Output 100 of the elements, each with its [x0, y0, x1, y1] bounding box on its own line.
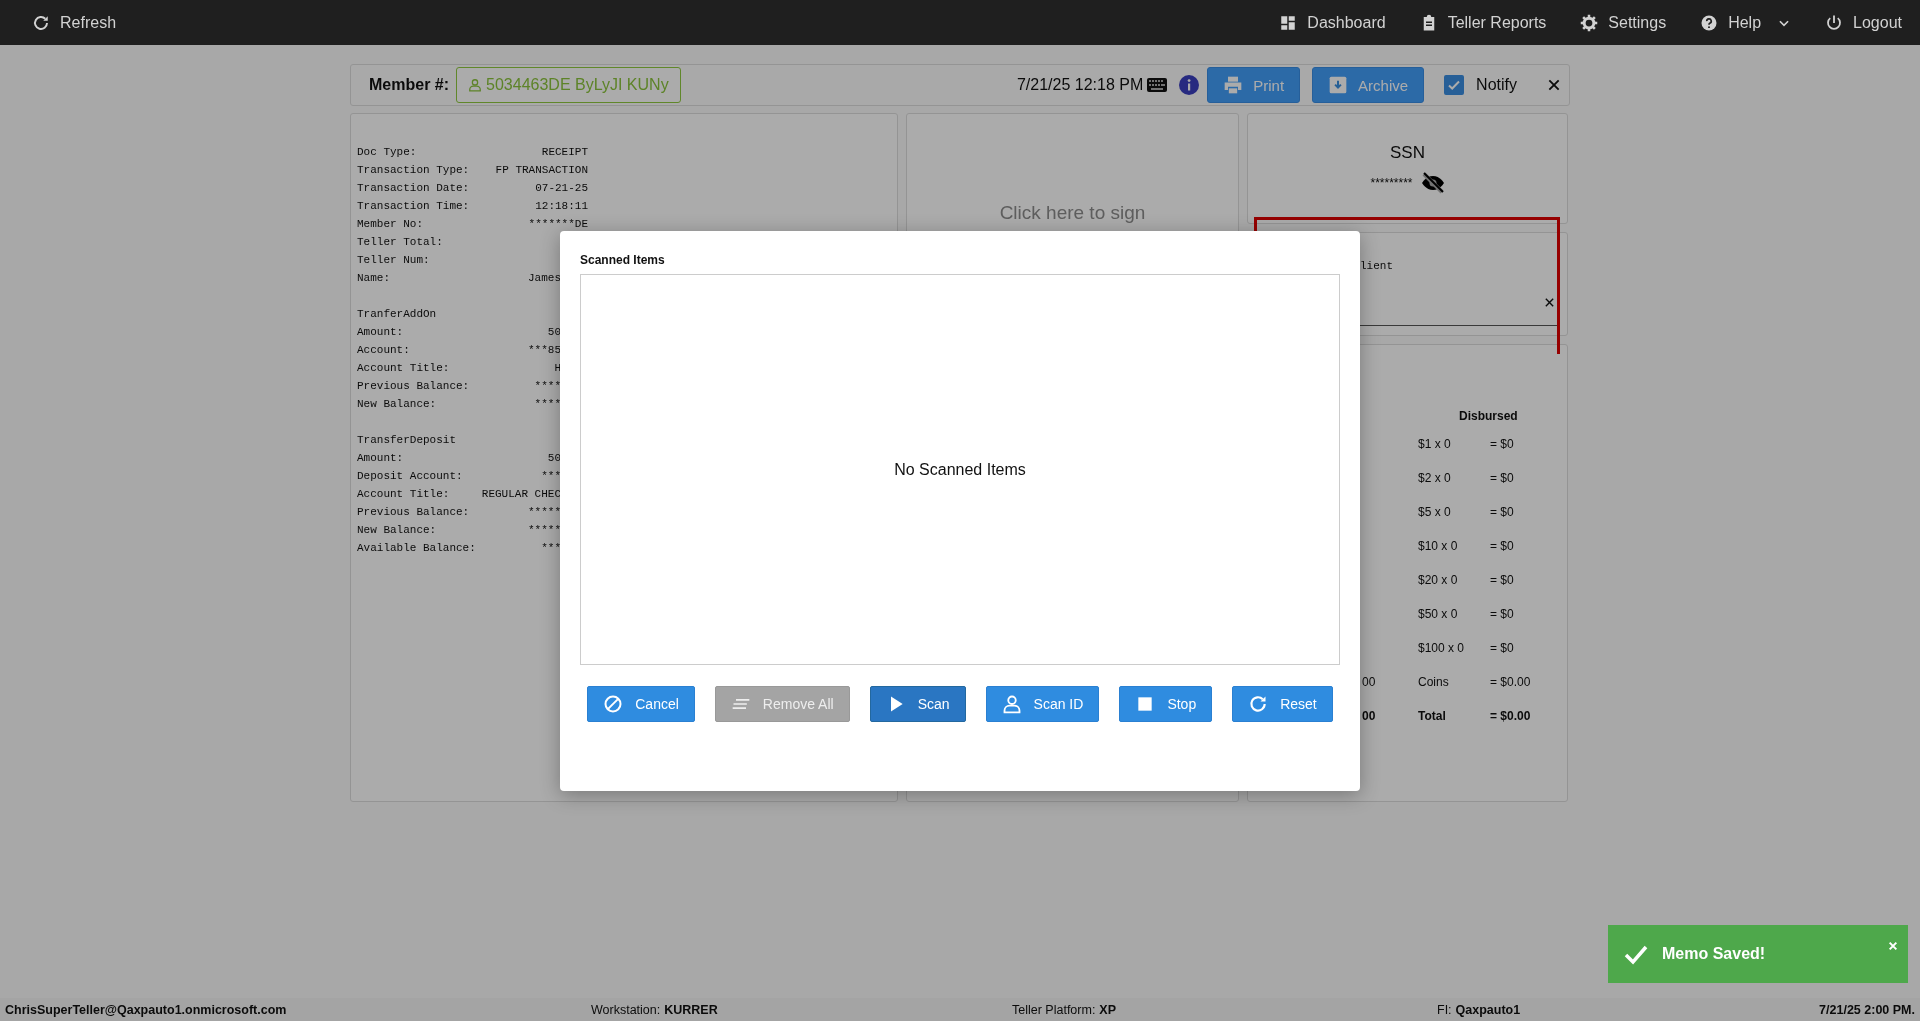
receipt-value: H: [554, 361, 561, 376]
user-icon: [1001, 694, 1022, 714]
grid-icon: [1279, 13, 1298, 32]
receipt-label: Amount:: [357, 451, 404, 466]
scan-action-button[interactable]: Stop: [1119, 686, 1213, 722]
receipt-label: Previous Balance:: [357, 379, 470, 394]
receipt-label: Account Title:: [357, 487, 450, 502]
eye-slash-icon[interactable]: [1420, 171, 1445, 195]
user-email: ChrisSuperTeller@Qaxpauto1.onmicrosoft.com: [5, 1002, 288, 1017]
keyboard-icon[interactable]: [1147, 78, 1168, 92]
receipt-label: Member No:: [357, 217, 423, 232]
toast-message: Memo Saved!: [1662, 945, 1767, 963]
amount-value: = $0: [1490, 470, 1515, 487]
amount-value: = $0: [1490, 606, 1515, 623]
receipt-label: Transaction Date:: [357, 181, 470, 196]
info-icon[interactable]: [1179, 75, 1200, 95]
status-value: KURRER: [664, 1002, 718, 1017]
refresh-icon: [1248, 694, 1269, 714]
help-icon: [1700, 13, 1719, 32]
receipt-heading: TranferAddOn: [357, 307, 438, 322]
denomination-label: $5 x 0: [1418, 504, 1452, 521]
empty-message: No Scanned Items: [894, 460, 1026, 479]
receipt-label: Account Title:: [357, 361, 450, 376]
nav-link[interactable]: Help: [1700, 13, 1792, 32]
denomination-label: $2 x 0: [1418, 470, 1452, 487]
status-label: Workstation:: [591, 1002, 661, 1017]
cancel-icon: [603, 694, 624, 714]
status-date-time: 7/21/25 2:00 PM.: [1819, 1002, 1915, 1017]
amount-value: = $0.00: [1490, 708, 1532, 725]
receipt-value: FP TRANSACTION: [495, 163, 588, 178]
ssn-value: *********: [1370, 176, 1413, 190]
receipt-heading: TransferDeposit: [357, 433, 458, 448]
scan-action-button[interactable]: Cancel: [587, 686, 695, 722]
dialog-title: Scanned Items: [580, 253, 666, 267]
receipt-value: ***: [541, 469, 561, 484]
status-label: Teller Platform:: [1012, 1002, 1096, 1017]
nav-link[interactable]: Dashboard: [1279, 13, 1386, 32]
close-button[interactable]: [1547, 78, 1561, 92]
nav-link[interactable]: Refresh: [32, 13, 117, 32]
date-time: 7/21/25 12:18 PM: [1016, 76, 1144, 94]
receipt-value: *****: [528, 523, 561, 538]
receipt-value: ***: [541, 541, 561, 556]
receipt-value: ****: [534, 379, 561, 394]
receipt-label: Account:: [357, 343, 410, 358]
receipt-label: New Balance:: [357, 523, 437, 538]
amount-value: = $0: [1490, 538, 1515, 555]
cash-cell-text: 00: [1362, 708, 1377, 725]
nav-link[interactable]: Logout: [1825, 13, 1902, 32]
receipt-value: *****: [528, 505, 561, 520]
receipt-label: Transaction Time:: [357, 199, 470, 214]
amount-value: = $0: [1490, 504, 1515, 521]
receipt-label: Available Balance:: [357, 541, 476, 556]
amount-value: = $0: [1490, 572, 1515, 589]
receipt-label: Doc Type:: [357, 145, 417, 160]
receipt-value: ****: [534, 397, 561, 412]
denomination-label: $50 x 0: [1418, 606, 1459, 623]
receipt-label: Teller Num:: [357, 253, 430, 268]
denomination-label: Total: [1418, 708, 1447, 725]
amount-value: = $0: [1490, 640, 1515, 657]
receipt-value: 12:18:11: [535, 199, 588, 214]
receipt-value: ***85: [528, 343, 561, 358]
refresh-icon: [32, 13, 50, 32]
receipt-label: Name:: [357, 271, 390, 286]
user-icon: [468, 78, 483, 92]
amount-value: = $0: [1490, 436, 1515, 453]
scan-action-button[interactable]: Scan: [869, 686, 966, 722]
receipt-value: REGULAR CHEC: [481, 487, 561, 502]
power-icon: [1825, 13, 1844, 32]
receipt-label: New Balance:: [357, 397, 437, 412]
receipt-label: Amount:: [357, 325, 404, 340]
receipt-value: RECEIPT: [541, 145, 588, 160]
denomination-label: $20 x 0: [1418, 572, 1459, 589]
status-label: FI:: [1437, 1002, 1452, 1017]
status-value: Qaxpauto1: [1455, 1002, 1521, 1017]
archive-button[interactable]: Archive: [1312, 67, 1425, 103]
scan-action-button[interactable]: Scan ID: [985, 686, 1100, 722]
clear-button[interactable]: [1544, 297, 1555, 308]
receipt-label: Teller Total:: [357, 235, 443, 250]
signature-prompt: Click here to sign: [998, 202, 1147, 224]
scan-action-button[interactable]: Reset: [1232, 686, 1333, 722]
archive-icon: [1328, 75, 1349, 95]
receipt-value: 07-21-25: [535, 181, 588, 196]
denomination-label: $100 x 0: [1418, 640, 1466, 657]
receipt-value: *******DE: [528, 217, 588, 232]
member-button[interactable]: 5034463DE ByLyJI KUNy: [456, 67, 681, 103]
receipt-value: 50: [547, 451, 561, 466]
cash-cell-text: 00: [1362, 674, 1377, 691]
settings-icon: [1580, 13, 1599, 32]
nav-link[interactable]: Settings: [1580, 13, 1667, 32]
notify-label: Notify: [1476, 76, 1517, 94]
denomination-label: $10 x 0: [1418, 538, 1459, 555]
denomination-label: Coins: [1418, 674, 1450, 691]
receipt-label: Deposit Account:: [357, 469, 463, 484]
print-button[interactable]: Print: [1207, 67, 1301, 103]
receipt-value: James: [528, 271, 561, 286]
column-heading: Disbursed: [1459, 408, 1518, 425]
denomination-label: $1 x 0: [1418, 436, 1452, 453]
nav-link[interactable]: Teller Reports: [1419, 13, 1547, 32]
notify-checkbox[interactable]: [1444, 75, 1465, 95]
receipt-label: Previous Balance:: [357, 505, 470, 520]
